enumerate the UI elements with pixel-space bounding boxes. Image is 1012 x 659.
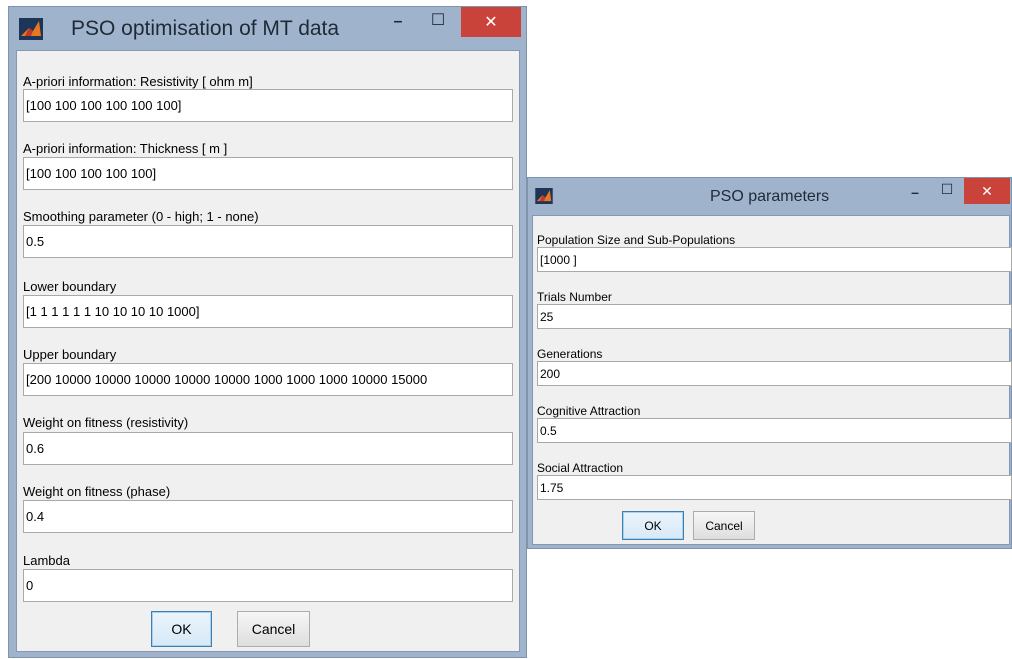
main-title-bar[interactable]: PSO optimisation of MT data – ☐ ✕ — [9, 7, 526, 49]
cancel-button[interactable]: Cancel — [693, 511, 755, 540]
cognitive-attraction-label: Cognitive Attraction — [537, 404, 641, 418]
pso-optimisation-window: PSO optimisation of MT data – ☐ ✕ A-prio… — [8, 6, 527, 658]
main-dialog-body: A-priori information: Resistivity [ ohm … — [16, 50, 520, 652]
generations-label: Generations — [537, 347, 603, 361]
lower-boundary-label: Lower boundary — [23, 279, 117, 294]
upper-boundary-input[interactable]: [200 10000 10000 10000 10000 10000 1000 … — [23, 363, 513, 396]
pso-title-bar[interactable]: PSO parameters – ☐ ✕ — [528, 178, 1011, 214]
trials-number-input[interactable]: 25 — [537, 304, 1012, 329]
weight-phase-label: Weight on fitness (phase) — [23, 484, 171, 499]
close-button[interactable]: ✕ — [461, 7, 521, 37]
resistivity-label: A-priori information: Resistivity [ ohm … — [23, 74, 253, 89]
matlab-icon — [19, 18, 43, 40]
lambda-input[interactable]: 0 — [23, 569, 513, 602]
smoothing-input[interactable]: 0.5 — [23, 225, 513, 258]
ok-button[interactable]: OK — [622, 511, 684, 540]
social-attraction-input[interactable]: 1.75 — [537, 475, 1012, 500]
pso-parameters-window: PSO parameters – ☐ ✕ Population Size and… — [527, 177, 1012, 549]
weight-resistivity-input[interactable]: 0.6 — [23, 432, 513, 465]
weight-resistivity-label: Weight on fitness (resistivity) — [23, 415, 189, 430]
matlab-icon — [535, 188, 553, 204]
minimize-button[interactable]: – — [381, 7, 415, 37]
pso-dialog-body: Population Size and Sub-Populations [100… — [532, 215, 1012, 545]
maximize-button[interactable]: ☐ — [932, 178, 962, 200]
resistivity-input[interactable]: [100 100 100 100 100 100] — [23, 89, 513, 122]
ok-button[interactable]: OK — [151, 611, 212, 647]
thickness-input[interactable]: [100 100 100 100 100] — [23, 157, 513, 190]
upper-boundary-label: Upper boundary — [23, 347, 117, 362]
cancel-button[interactable]: Cancel — [237, 611, 310, 647]
close-button[interactable]: ✕ — [964, 178, 1010, 204]
generations-input[interactable]: 200 — [537, 361, 1012, 386]
minimize-button[interactable]: – — [900, 178, 930, 206]
lambda-label: Lambda — [23, 553, 70, 568]
population-size-label: Population Size and Sub-Populations — [537, 233, 736, 247]
trials-number-label: Trials Number — [537, 290, 612, 304]
population-size-input[interactable]: [1000 ] — [537, 247, 1012, 272]
smoothing-label: Smoothing parameter (0 - high; 1 - none) — [23, 209, 259, 224]
maximize-button[interactable]: ☐ — [421, 7, 455, 33]
social-attraction-label: Social Attraction — [537, 461, 624, 475]
pso-window-title: PSO parameters — [710, 188, 830, 205]
lower-boundary-input[interactable]: [1 1 1 1 1 1 10 10 10 10 1000] — [23, 295, 513, 328]
thickness-label: A-priori information: Thickness [ m ] — [23, 141, 228, 156]
main-window-title: PSO optimisation of MT data — [71, 17, 340, 40]
cognitive-attraction-input[interactable]: 0.5 — [537, 418, 1012, 443]
weight-phase-input[interactable]: 0.4 — [23, 500, 513, 533]
